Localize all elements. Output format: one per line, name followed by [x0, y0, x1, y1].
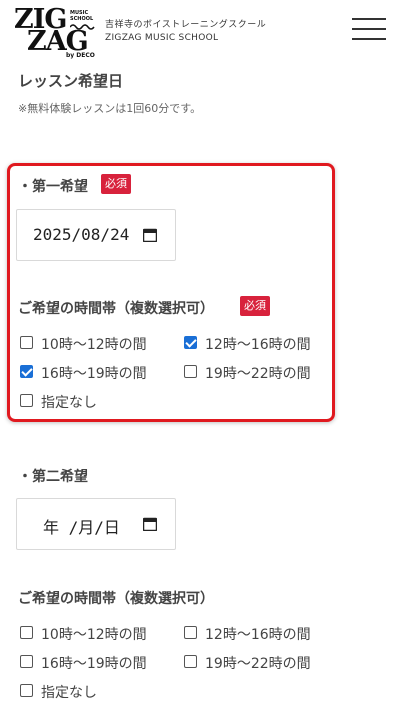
checkbox[interactable]	[20, 336, 33, 349]
tagline-japanese: 吉祥寺のボイストレーニングスクール	[105, 20, 267, 30]
checkbox[interactable]	[20, 684, 33, 697]
checkbox-checked[interactable]	[20, 365, 33, 378]
calendar-icon[interactable]	[143, 228, 157, 242]
checkbox[interactable]	[184, 365, 197, 378]
logo-music-school-text: MUSIC SCHOOL	[70, 10, 94, 22]
option-label: 12時〜16時の間	[205, 627, 311, 643]
option-label: 10時〜12時の間	[41, 337, 147, 353]
checkbox[interactable]	[20, 655, 33, 668]
lesson-note: ※無料体験レッスンは1回60分です。	[18, 102, 202, 115]
logo-zag-text: ZAG	[27, 26, 89, 57]
first-choice-time-label: ご希望の時間帯（複数選択可）	[18, 301, 214, 317]
first-choice-label: ・第一希望	[18, 179, 88, 195]
option-label: 10時〜12時の間	[41, 627, 147, 643]
checkbox[interactable]	[184, 655, 197, 668]
option-label: 19時〜22時の間	[205, 366, 311, 382]
site-logo[interactable]: ZIG MUSIC SCHOOL ZAG by DECO	[14, 6, 100, 59]
checkbox[interactable]	[20, 626, 33, 639]
first-choice-date-input[interactable]: 2025/08/24	[16, 209, 176, 261]
hamburger-menu-icon[interactable]	[352, 16, 386, 42]
required-badge: 必須	[240, 296, 270, 316]
second-choice-time-label: ご希望の時間帯（複数選択可）	[18, 591, 214, 607]
tagline-english: ZIGZAG MUSIC SCHOOL	[105, 33, 219, 43]
lesson-date-title: レッスン希望日	[18, 72, 124, 90]
option-label: 12時〜16時の間	[205, 337, 311, 353]
second-choice-label: ・第二希望	[18, 469, 88, 485]
checkbox-checked[interactable]	[184, 336, 197, 349]
calendar-icon[interactable]	[143, 517, 157, 531]
checkbox[interactable]	[20, 394, 33, 407]
option-label: 16時〜19時の間	[41, 656, 147, 672]
logo-by-deco-text: by DECO	[66, 52, 95, 59]
checkbox[interactable]	[184, 626, 197, 639]
required-badge: 必須	[101, 174, 131, 194]
option-label: 16時〜19時の間	[41, 366, 147, 382]
option-label: 19時〜22時の間	[205, 656, 311, 672]
option-label: 指定なし	[41, 685, 97, 701]
second-choice-date-input[interactable]: 年 /月/日	[16, 498, 176, 550]
site-header: ZIG MUSIC SCHOOL ZAG by DECO 吉祥寺のボイストレーニ…	[0, 0, 400, 62]
option-label: 指定なし	[41, 395, 97, 411]
first-choice-date-value: 2025/08/24	[33, 225, 130, 244]
first-choice-highlight	[7, 163, 335, 422]
second-choice-date-placeholder: 年 /月/日	[43, 518, 120, 537]
